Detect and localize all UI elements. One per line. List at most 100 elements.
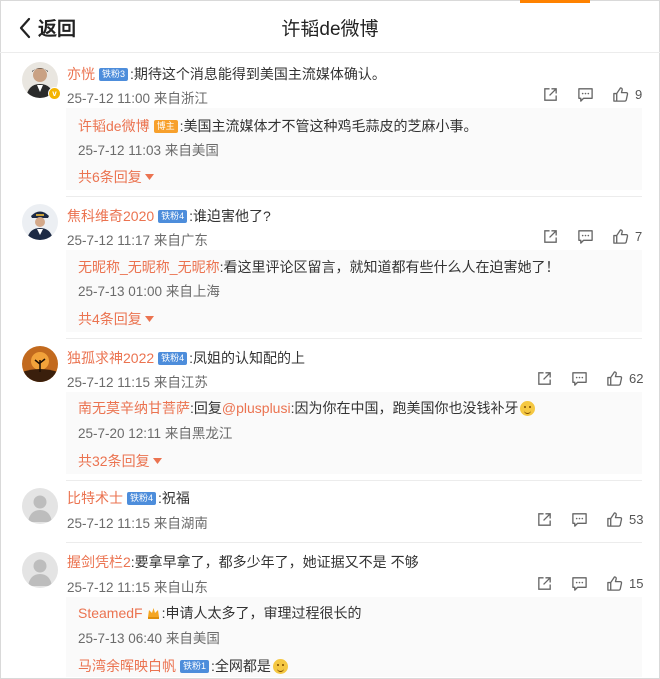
comment-icon: [578, 88, 593, 102]
share-button[interactable]: [536, 511, 553, 528]
reply-item: 南无莫辛纳甘菩萨 :回复 @plusplusi :因为你在中国，跑美国你也没钱补…: [78, 398, 536, 418]
reply-item: 无昵称_无昵称_无昵称 :看这里评论区留言，就知道都有些什么人在迫害她了！: [78, 257, 559, 277]
comment-icon: [572, 513, 587, 527]
like-button[interactable]: 62: [606, 370, 643, 387]
like-count: 53: [629, 512, 644, 527]
comment-meta: 25-7-12 11:17 来自广东: [67, 233, 208, 248]
avatar[interactable]: [22, 552, 58, 588]
verified-badge-icon: v: [48, 87, 61, 100]
username[interactable]: 独孤求神2022: [67, 348, 154, 368]
fan-badge: 铁粉4: [158, 209, 188, 223]
more-replies-label: 共4条回复: [78, 311, 142, 327]
page-title: 许韬de微博: [281, 19, 379, 40]
header-bar: 返回 许韬de微博: [0, 0, 660, 53]
more-replies-link[interactable]: 共6条回复: [78, 167, 154, 187]
grin-emoji-icon: [520, 400, 536, 416]
crown-badge-icon: [147, 608, 159, 619]
more-replies-label: 共6条回复: [78, 169, 142, 185]
avatar[interactable]: [22, 346, 58, 382]
share-icon: [538, 577, 551, 590]
like-icon: [607, 576, 623, 591]
reply-username[interactable]: SteamedF: [78, 605, 143, 621]
like-button[interactable]: 53: [606, 511, 643, 528]
username[interactable]: 焦科维奇2020: [67, 206, 154, 226]
comment-button[interactable]: [571, 575, 588, 592]
like-count: 62: [629, 371, 644, 386]
like-count: 7: [635, 229, 643, 244]
more-replies-label: 共32条回复: [78, 453, 150, 469]
more-replies-link[interactable]: 共32条回复: [78, 451, 162, 471]
share-button[interactable]: [542, 86, 559, 103]
reply-item: 许韬de微博 博主 :美国主流媒体才不管这种鸡毛蒜皮的芝麻小事。: [78, 116, 477, 136]
fan-badge: 铁粉4: [158, 351, 188, 365]
reply-text: :全网都是: [211, 658, 271, 674]
caret-down-icon: [144, 174, 154, 180]
comment-button[interactable]: [571, 370, 588, 387]
fan-badge: 铁粉1: [180, 659, 210, 673]
laugh-emoji-icon: [272, 658, 288, 674]
comment-icon: [578, 230, 593, 244]
fan-badge: 铁粉3: [99, 67, 129, 81]
more-replies-link[interactable]: 共4条回复: [78, 309, 154, 329]
comment-button[interactable]: [577, 86, 594, 103]
username[interactable]: 比特术士: [67, 488, 123, 508]
comment-text: :要拿早拿了，都多少年了，她证据又不是 不够: [130, 554, 419, 570]
share-icon: [544, 88, 557, 101]
comment-text: :祝福: [158, 490, 190, 506]
username[interactable]: 亦恍: [67, 64, 95, 84]
reply-text: :因为你在中国，跑美国你也没钱补牙: [290, 400, 519, 416]
reply-text: :美国主流媒体才不管这种鸡毛蒜皮的芝麻小事。: [179, 118, 478, 134]
reply-username[interactable]: 南无莫辛纳甘菩萨: [78, 398, 190, 418]
avatar[interactable]: [22, 204, 58, 240]
divider: [66, 338, 642, 339]
comment-meta: 25-7-12 11:15 来自山东: [67, 580, 208, 595]
reply-item: SteamedF :申请人太多了，审理过程很长的: [78, 603, 361, 623]
avatar[interactable]: [22, 488, 58, 524]
comment-meta: 25-7-12 11:15 来自湖南: [67, 516, 208, 531]
reply-meta: 25-7-20 12:11 来自黑龙江: [78, 426, 233, 441]
reply-username[interactable]: 许韬de微博: [78, 116, 150, 136]
like-button[interactable]: 15: [606, 575, 643, 592]
reply-item: 马湾余晖映白帆 铁粉1 :全网都是: [78, 656, 288, 676]
like-icon: [607, 512, 623, 527]
comment-button[interactable]: [577, 228, 594, 245]
reply-meta: 25-7-12 11:03 来自美国: [78, 143, 219, 158]
comment-icon: [572, 577, 587, 591]
fan-badge: 铁粉4: [127, 491, 157, 505]
divider: [66, 542, 642, 543]
reply-username[interactable]: 马湾余晖映白帆: [78, 656, 176, 676]
like-icon: [607, 371, 623, 386]
like-count: 15: [629, 576, 644, 591]
like-button[interactable]: 9: [612, 86, 645, 103]
divider: [66, 196, 642, 197]
comment-text: :期待这个消息能得到美国主流媒体确认。: [130, 66, 386, 82]
reply-text: :看这里评论区留言，就知道都有些什么人在迫害她了！: [219, 259, 560, 275]
reply-username[interactable]: 无昵称_无昵称_无昵称: [78, 257, 220, 277]
like-button[interactable]: 7: [612, 228, 645, 245]
share-button[interactable]: [536, 575, 553, 592]
reply-prefix: :回复: [190, 400, 222, 416]
caret-down-icon: [152, 458, 162, 464]
author-badge: 博主: [153, 119, 178, 133]
share-button[interactable]: [542, 228, 559, 245]
like-count: 9: [635, 87, 643, 102]
comment-meta: 25-7-12 11:15 来自江苏: [67, 375, 208, 390]
divider: [66, 480, 642, 481]
share-icon: [538, 372, 551, 385]
mention-link[interactable]: @plusplusi: [222, 400, 291, 416]
reply-meta: 25-7-13 06:40 来自美国: [78, 631, 220, 646]
reply-meta: 25-7-13 01:00 来自上海: [78, 284, 220, 299]
like-icon: [613, 87, 629, 102]
caret-down-icon: [144, 316, 154, 322]
share-icon: [538, 513, 551, 526]
like-icon: [613, 229, 629, 244]
share-icon: [544, 230, 557, 243]
comment-icon: [572, 372, 587, 386]
username[interactable]: 握剑凭栏2: [67, 552, 131, 572]
comment-text: :谁迫害他了?: [189, 208, 271, 224]
comment-meta: 25-7-12 11:00 来自浙江: [67, 91, 208, 106]
reply-text: :申请人太多了，审理过程很长的: [161, 605, 362, 621]
comment-button[interactable]: [571, 511, 588, 528]
share-button[interactable]: [536, 370, 553, 387]
comment-text: :凤姐的认知配的上: [189, 350, 306, 366]
